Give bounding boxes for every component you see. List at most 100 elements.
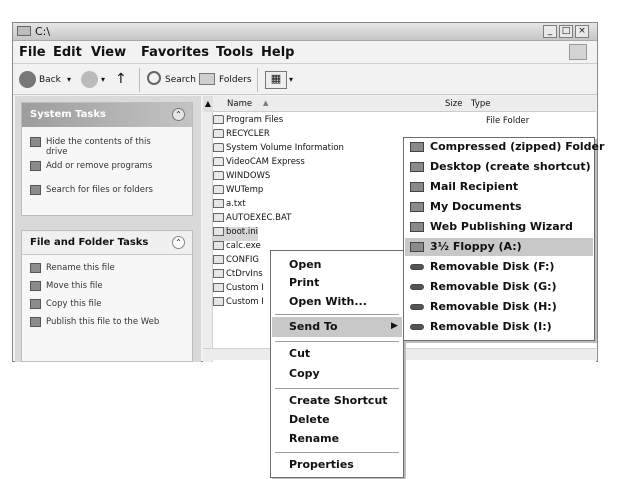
column-name[interactable]: Name [227, 99, 252, 109]
folder-icon [213, 157, 224, 166]
sendto-web-publishing[interactable]: Web Publishing Wizard [410, 218, 573, 236]
menu-cut[interactable]: Cut [289, 346, 310, 362]
collapse-chevron-icon[interactable]: ⌃ [172, 236, 185, 249]
menu-help[interactable]: Help [261, 45, 294, 60]
menu-separator [275, 314, 399, 315]
removable-disk-icon [410, 284, 424, 290]
menu-separator [275, 388, 399, 389]
search-icon[interactable] [147, 71, 161, 85]
window-title: C:\ [35, 25, 51, 38]
maximize-button[interactable]: □ [559, 25, 573, 38]
drive-icon [17, 26, 31, 36]
file-row-videocam-express[interactable]: VideoCAM Express [213, 157, 305, 171]
file-row-custom-1[interactable]: Custom I [213, 283, 264, 297]
file-row-program-files[interactable]: Program Files [213, 115, 283, 129]
globe-icon [410, 222, 424, 232]
folders-button[interactable]: Folders [219, 75, 252, 85]
menu-create-shortcut[interactable]: Create Shortcut [289, 393, 388, 409]
file-row-autoexec-bat[interactable]: AUTOEXEC.BAT [213, 213, 291, 227]
menu-view[interactable]: View [91, 45, 126, 60]
folder-icon [213, 171, 224, 180]
folders-icon[interactable] [199, 73, 215, 85]
menu-send-to[interactable]: Send To ▶ [272, 317, 402, 337]
views-dropdown-icon[interactable]: ▾ [289, 75, 293, 84]
menu-tools[interactable]: Tools [216, 45, 253, 60]
scroll-up-arrow-icon[interactable]: ▲ [203, 96, 213, 112]
file-row-system-volume-information[interactable]: System Volume Information [213, 143, 344, 157]
task-hide-drive-contents[interactable]: Hide the contents of this drive [30, 137, 180, 157]
collapse-chevron-icon[interactable]: ⌃ [172, 108, 185, 121]
file-row-custom-2[interactable]: Custom I [213, 297, 264, 311]
minimize-button[interactable]: _ [543, 25, 557, 38]
mail-icon [410, 182, 424, 192]
rename-icon [30, 263, 41, 273]
zip-folder-icon [410, 142, 424, 152]
menu-properties[interactable]: Properties [289, 457, 354, 473]
menu-open[interactable]: Open [289, 257, 322, 273]
sendto-my-documents[interactable]: My Documents [410, 198, 522, 216]
menu-favorites[interactable]: Favorites [141, 45, 209, 60]
forward-dropdown-icon[interactable]: ▾ [101, 75, 105, 84]
task-add-remove-programs[interactable]: Add or remove programs [30, 161, 180, 171]
forward-arrow-icon[interactable] [81, 71, 98, 88]
sendto-desktop[interactable]: Desktop (create shortcut) [410, 158, 591, 176]
back-arrow-icon[interactable] [19, 71, 36, 88]
hide-contents-icon [30, 137, 41, 147]
file-row-a-txt[interactable]: a.txt [213, 199, 246, 213]
back-dropdown-icon[interactable]: ▾ [67, 75, 71, 84]
sendto-floppy-a[interactable]: 3½ Floppy (A:) [410, 238, 522, 256]
title-bar[interactable]: C:\ _ □ × [13, 23, 597, 41]
menu-file[interactable]: File [19, 45, 46, 60]
task-search-files[interactable]: Search for files or folders [30, 185, 180, 195]
toolbar-separator [139, 68, 140, 92]
file-row-calc-exe[interactable]: calc.exe [213, 241, 261, 255]
system-tasks-header[interactable]: System Tasks ⌃ [22, 103, 192, 127]
sendto-removable-g[interactable]: Removable Disk (G:) [410, 278, 557, 296]
back-button[interactable]: Back [39, 75, 61, 85]
menu-rename[interactable]: Rename [289, 431, 339, 447]
file-row-wutemp[interactable]: WUTemp [213, 185, 263, 199]
toolbar-separator-2 [257, 68, 258, 92]
menu-delete[interactable]: Delete [289, 412, 330, 428]
search-button[interactable]: Search [165, 75, 196, 85]
menu-edit[interactable]: Edit [53, 45, 82, 60]
file-folder-tasks-header[interactable]: File and Folder Tasks ⌃ [22, 231, 192, 255]
column-size[interactable]: Size [445, 99, 462, 109]
submenu-arrow-icon: ▶ [391, 321, 398, 331]
system-tasks-title: System Tasks [30, 109, 106, 120]
move-icon [30, 281, 41, 291]
windows-logo-icon [569, 44, 587, 60]
file-icon [213, 199, 224, 208]
vertical-scrollbar[interactable] [203, 112, 213, 362]
copy-icon [30, 299, 41, 309]
sendto-removable-i[interactable]: Removable Disk (I:) [410, 318, 552, 336]
file-row-config[interactable]: CONFIG [213, 255, 259, 269]
task-move-file[interactable]: Move this file [30, 281, 180, 291]
menu-print[interactable]: Print [289, 275, 319, 291]
file-row-boot-ini[interactable]: boot.ini [213, 227, 258, 241]
up-folder-icon[interactable]: ↑ [115, 71, 131, 88]
task-rename-file[interactable]: Rename this file [30, 263, 180, 273]
task-publish-web[interactable]: Publish this file to the Web [30, 317, 180, 327]
sendto-removable-f[interactable]: Removable Disk (F:) [410, 258, 554, 276]
sort-ascending-icon: ▲ [263, 99, 269, 107]
folder-icon [213, 185, 224, 194]
file-folder-tasks-title: File and Folder Tasks [30, 237, 149, 248]
column-type[interactable]: Type [471, 99, 491, 109]
file-row-recycler[interactable]: RECYCLER [213, 129, 270, 143]
menu-open-with[interactable]: Open With... [289, 294, 367, 310]
menu-copy[interactable]: Copy [289, 366, 320, 382]
system-tasks-panel: System Tasks ⌃ Hide the contents of this… [21, 102, 193, 216]
sendto-compressed-folder[interactable]: Compressed (zipped) Folder [410, 138, 604, 156]
close-button[interactable]: × [575, 25, 589, 38]
task-copy-file[interactable]: Copy this file [30, 299, 180, 309]
sendto-mail-recipient[interactable]: Mail Recipient [410, 178, 518, 196]
search-files-icon [30, 185, 41, 195]
send-to-submenu: Compressed (zipped) Folder Desktop (crea… [403, 137, 604, 341]
sendto-removable-h[interactable]: Removable Disk (H:) [410, 298, 557, 316]
views-grid-icon[interactable]: ▦ [265, 71, 287, 89]
file-row-windows[interactable]: WINDOWS [213, 171, 270, 185]
file-row-ctdrvins[interactable]: CtDrvIns [213, 269, 263, 283]
floppy-icon [410, 242, 424, 252]
menu-bar: File Edit View Favorites Tools Help [13, 42, 597, 64]
